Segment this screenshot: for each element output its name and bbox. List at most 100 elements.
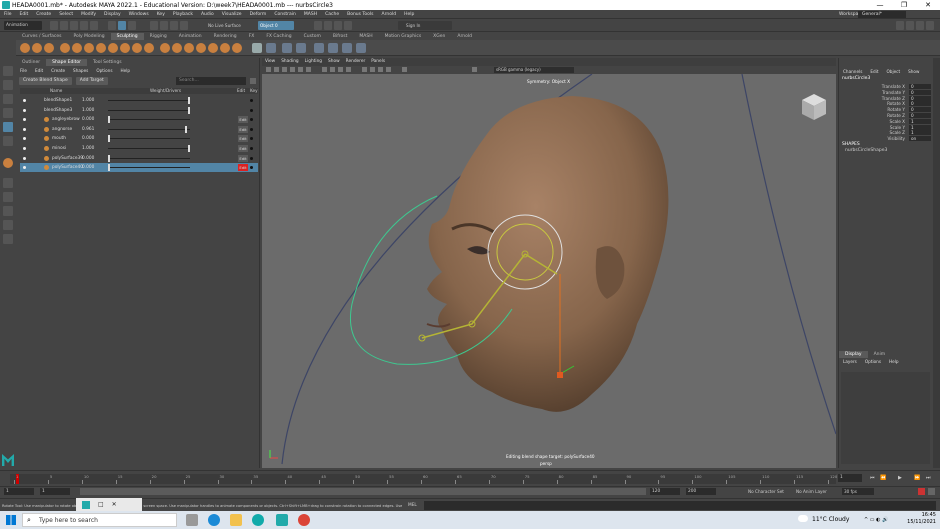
color-space-dropdown[interactable]: sRGB gamma (legacy)	[494, 67, 574, 73]
select-by-hierarchy-icon[interactable]	[108, 21, 116, 30]
repeat-tool-icon[interactable]	[120, 43, 130, 53]
vp-menu-view[interactable]: View	[262, 58, 278, 65]
visibility-icon[interactable]	[23, 118, 26, 122]
graph-layout-icon[interactable]	[3, 220, 13, 230]
flatten-tool-icon[interactable]	[84, 43, 94, 53]
target-row[interactable]: mouth 0.000 Edit	[20, 134, 258, 143]
snap-grid-icon[interactable]	[150, 21, 158, 30]
render-settings-icon[interactable]	[334, 21, 342, 30]
weight-slider[interactable]	[108, 148, 190, 149]
new-scene-icon[interactable]	[50, 21, 58, 30]
workspace-dropdown[interactable]: General*	[858, 11, 906, 18]
object-field[interactable]: Object 0	[258, 21, 294, 30]
filter-icon[interactable]	[250, 78, 256, 84]
layer-menu-options[interactable]: Options	[861, 358, 885, 365]
foamy-tool-icon[interactable]	[96, 43, 106, 53]
vp-menu-panels[interactable]: Panels	[368, 58, 388, 65]
menu-mash[interactable]: MASH	[300, 12, 321, 17]
vp-menu-renderer[interactable]: Renderer	[343, 58, 369, 65]
snap-curve-icon[interactable]	[160, 21, 168, 30]
app-icon[interactable]	[252, 514, 264, 526]
attr-value[interactable]: 1	[909, 118, 931, 124]
weight-slider[interactable]	[108, 138, 190, 140]
imprint-tool-icon[interactable]	[132, 43, 142, 53]
maya-taskbar-icon[interactable]	[276, 514, 288, 526]
menu-playback[interactable]: Playback	[169, 12, 197, 17]
floating-taskbar-preview[interactable]: □ ✕	[76, 498, 142, 511]
create-blend-shape-button[interactable]: Create Blend Shape	[19, 77, 72, 85]
isolate-select-icon[interactable]	[330, 67, 335, 72]
target-row[interactable]: angleyebrow 0.000 Edit	[20, 115, 258, 124]
shelf-tab-xgen[interactable]: XGen	[427, 33, 451, 40]
weight-value[interactable]: 0.000	[82, 134, 94, 143]
smooth-tool-icon[interactable]	[32, 43, 42, 53]
key-icon[interactable]	[250, 127, 253, 131]
step-forward-icon[interactable]: ⏩	[914, 475, 920, 481]
weight-slider[interactable]	[108, 128, 190, 130]
se-menu-file[interactable]: File	[16, 67, 31, 74]
edit-target-button[interactable]: Edit	[238, 164, 248, 172]
grid-toggle-icon[interactable]	[322, 67, 327, 72]
weight-slider-handle[interactable]	[188, 97, 190, 104]
sculpt-tool-icon[interactable]	[20, 43, 30, 53]
weight-slider[interactable]	[108, 119, 190, 121]
edge-icon[interactable]	[208, 514, 220, 526]
shelf-tab-motion-graphics[interactable]: Motion Graphics	[379, 33, 428, 40]
menu-select[interactable]: Select	[55, 12, 77, 17]
shelf-tab-fx-caching[interactable]: FX Caching	[260, 33, 297, 40]
xray-icon[interactable]	[338, 67, 343, 72]
blend-shape-row[interactable]: blendShape1 1.000	[20, 96, 258, 105]
weight-value[interactable]: 0.000	[82, 154, 94, 163]
lasso-tool-icon[interactable]	[3, 80, 13, 90]
snap-view-icon[interactable]	[180, 21, 188, 30]
layer-tab-display[interactable]: Display	[839, 351, 868, 358]
chrome-icon[interactable]	[298, 514, 310, 526]
se-menu-help[interactable]: Help	[117, 67, 135, 74]
wireframe-icon[interactable]	[274, 67, 279, 72]
select-by-component-icon[interactable]	[128, 21, 136, 30]
visibility-icon[interactable]	[23, 166, 26, 170]
key-icon[interactable]	[250, 147, 253, 150]
playback-start-field[interactable]: 1	[40, 488, 70, 495]
ambient-occlusion-icon[interactable]	[362, 67, 367, 72]
menu-key[interactable]: Key	[153, 12, 169, 17]
menu-deform[interactable]: Deform	[246, 12, 271, 17]
fill-tool-icon[interactable]	[172, 43, 182, 53]
render-icon[interactable]	[314, 21, 322, 30]
key-icon[interactable]	[250, 118, 253, 122]
shape-search-input[interactable]: Search...	[176, 77, 246, 85]
add-target-button[interactable]: Add Target	[75, 77, 108, 85]
mode-dropdown[interactable]: Animation	[4, 21, 42, 30]
vp-menu-show[interactable]: Show	[325, 58, 343, 65]
edit-target-button[interactable]: Edit	[238, 154, 248, 162]
select-tool-icon[interactable]	[3, 66, 13, 76]
blend-shape-row[interactable]: blendShape3 1.000	[20, 106, 258, 115]
visibility-icon[interactable]	[23, 127, 26, 131]
shelf-tab-rendering[interactable]: Rendering	[208, 33, 243, 40]
tool-settings-icon[interactable]	[916, 21, 924, 30]
hypershade-icon[interactable]	[344, 21, 352, 30]
freeze-tool-icon[interactable]	[232, 43, 242, 53]
menu-constrain[interactable]: Constrain	[270, 12, 300, 17]
menu-arnold[interactable]: Arnold	[378, 12, 401, 17]
3d-viewport[interactable]: Symmetry: Object X Editing blend shape t…	[262, 74, 836, 468]
ipr-render-icon[interactable]	[324, 21, 332, 30]
tab-tool-settings[interactable]: Tool Settings	[87, 59, 128, 66]
target-row[interactable]: minosi 1.000 Edit	[20, 144, 258, 153]
se-menu-shapes[interactable]: Shapes	[69, 67, 92, 74]
weight-value[interactable]: 1.000	[82, 106, 94, 115]
attr-value[interactable]: 1	[909, 124, 931, 130]
attr-value[interactable]: 0	[909, 113, 931, 118]
layer-menu-help[interactable]: Help	[885, 358, 903, 365]
weight-slider-handle[interactable]	[108, 116, 110, 124]
key-icon[interactable]	[250, 99, 253, 102]
tab-shape-editor[interactable]: Shape Editor	[46, 59, 87, 66]
attr-value[interactable]: 1	[909, 130, 931, 136]
edit-target-button[interactable]: Edit	[238, 145, 248, 152]
attr-value[interactable]: 0	[909, 95, 931, 101]
scale-tool-icon[interactable]	[3, 136, 13, 146]
menu-edit[interactable]: Edit	[16, 12, 33, 17]
wrap-deformer-icon[interactable]	[342, 43, 352, 53]
layer-tab-anim[interactable]: Anim	[868, 351, 892, 358]
maximize-button[interactable]: ❐	[892, 0, 916, 10]
